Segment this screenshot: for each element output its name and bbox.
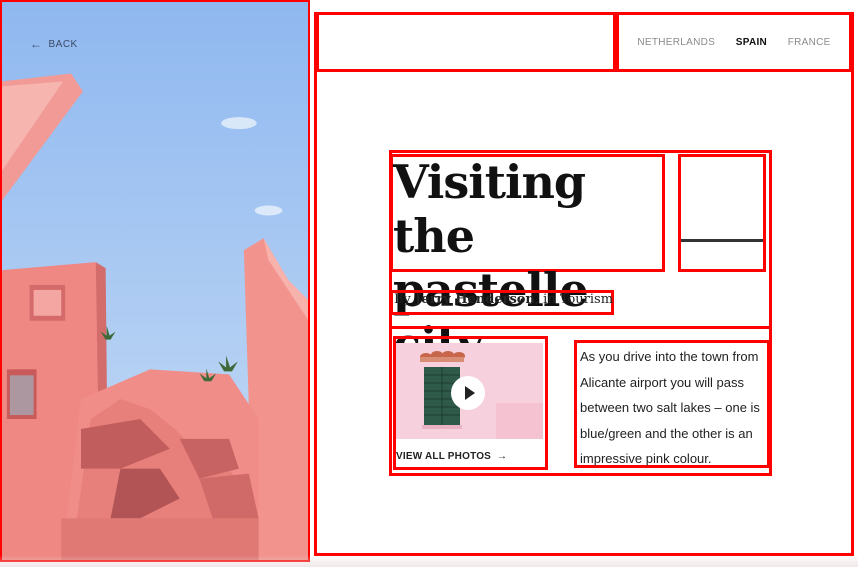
arrow-right-icon: →	[497, 451, 508, 462]
nav-item-netherlands[interactable]: NETHERLANDS	[637, 37, 715, 48]
page-shadow	[0, 555, 858, 567]
view-all-photos-link[interactable]: VIEW ALL PHOTOS →	[396, 451, 541, 462]
hero-image: ← BACK	[0, 0, 310, 562]
country-nav: NETHERLANDS SPAIN FRANCE	[616, 12, 852, 72]
byline-category: , in Tourism	[534, 292, 614, 307]
topbar-brand-area	[316, 12, 616, 72]
nav-item-spain[interactable]: SPAIN	[736, 37, 767, 48]
hero-illustration	[2, 2, 308, 560]
title-rule-frame	[678, 154, 766, 272]
title-line-1: Visiting the	[393, 155, 586, 263]
play-icon	[464, 386, 475, 400]
author-link[interactable]: Jerry Henderson	[415, 292, 535, 307]
title-divider	[681, 239, 763, 242]
back-link[interactable]: ← BACK	[30, 38, 78, 50]
byline: By Jerry Henderson, in Tourism	[394, 292, 614, 307]
arrow-left-icon: ←	[30, 37, 43, 51]
article-intro: As you drive into the town from Alicante…	[580, 349, 760, 467]
play-button[interactable]	[451, 376, 485, 410]
back-label: BACK	[48, 38, 78, 50]
byline-prefix: By	[394, 292, 416, 307]
nav-item-france[interactable]: FRANCE	[788, 37, 831, 48]
view-all-label: VIEW ALL PHOTOS	[396, 451, 492, 462]
